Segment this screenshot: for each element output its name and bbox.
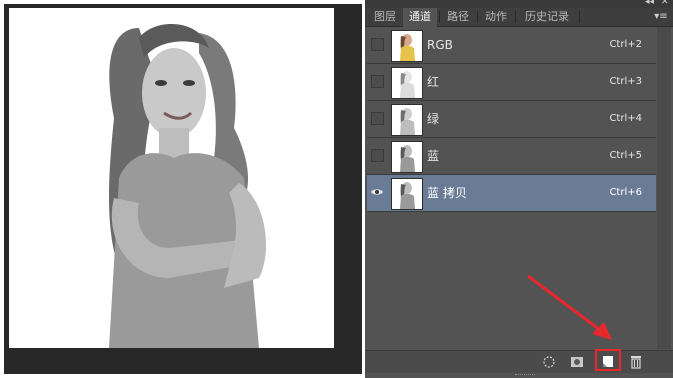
channel-row-rgb[interactable]: RGB Ctrl+2: [367, 27, 656, 64]
close-icon[interactable]: ✕: [661, 0, 669, 7]
channel-shortcut: Ctrl+6: [609, 187, 642, 198]
channel-name: 蓝: [427, 149, 440, 163]
channel-thumbnail: [391, 141, 423, 173]
tab-separator: [515, 11, 516, 23]
tab-separator: [439, 11, 440, 23]
visibility-toggle[interactable]: [371, 38, 384, 51]
panel-title-bar: [365, 0, 673, 8]
channel-shortcut: Ctrl+4: [609, 113, 642, 124]
channel-thumbnail: [391, 30, 423, 62]
tab-layers[interactable]: 图层: [369, 8, 401, 26]
panel-tabbar: 图层 通道 路径 动作 历史记录: [365, 8, 673, 27]
visibility-toggle[interactable]: [371, 149, 384, 162]
channel-shortcut: Ctrl+5: [609, 150, 642, 161]
canvas-workspace: [4, 4, 362, 374]
new-channel-icon[interactable]: [599, 354, 617, 370]
document-canvas[interactable]: [9, 8, 334, 348]
channel-name: 红: [427, 75, 440, 89]
panel-menu-icon[interactable]: ▾≡: [652, 8, 670, 26]
panel-bottom-toolbar: [365, 349, 673, 373]
tab-actions[interactable]: 动作: [479, 8, 513, 26]
save-selection-icon[interactable]: [568, 354, 586, 370]
channel-thumbnail: [391, 178, 423, 210]
tab-channels[interactable]: 通道: [403, 8, 437, 27]
tab-history[interactable]: 历史记录: [517, 8, 577, 26]
channel-shortcut: Ctrl+2: [609, 39, 642, 50]
channel-name: RGB: [427, 38, 453, 52]
channel-thumbnail: [391, 104, 423, 136]
visibility-toggle[interactable]: [371, 112, 384, 125]
tab-separator: [477, 11, 478, 23]
collapse-icon[interactable]: ◂◂: [645, 0, 654, 7]
channel-row-red[interactable]: 红 Ctrl+3: [367, 64, 656, 101]
channel-row-blue[interactable]: 蓝 Ctrl+5: [367, 138, 656, 175]
channel-name: 蓝 拷贝: [427, 186, 467, 200]
visibility-toggle[interactable]: [371, 75, 384, 88]
annotation-arrow: [527, 274, 612, 340]
channel-name: 绿: [427, 112, 440, 126]
delete-icon[interactable]: [627, 354, 645, 370]
load-selection-icon[interactable]: [540, 354, 558, 370]
channel-row-blue-copy[interactable]: 蓝 拷贝 Ctrl+6: [367, 175, 656, 212]
tab-paths[interactable]: 路径: [441, 8, 475, 26]
tab-separator: [579, 11, 580, 23]
scrollbar[interactable]: [657, 27, 671, 349]
eye-icon[interactable]: [370, 185, 384, 199]
channel-shortcut: Ctrl+3: [609, 76, 642, 87]
resize-grip[interactable]: [515, 374, 535, 378]
channel-thumbnail: [391, 67, 423, 99]
grayscale-portrait-image: [9, 8, 334, 348]
channel-row-green[interactable]: 绿 Ctrl+4: [367, 101, 656, 138]
